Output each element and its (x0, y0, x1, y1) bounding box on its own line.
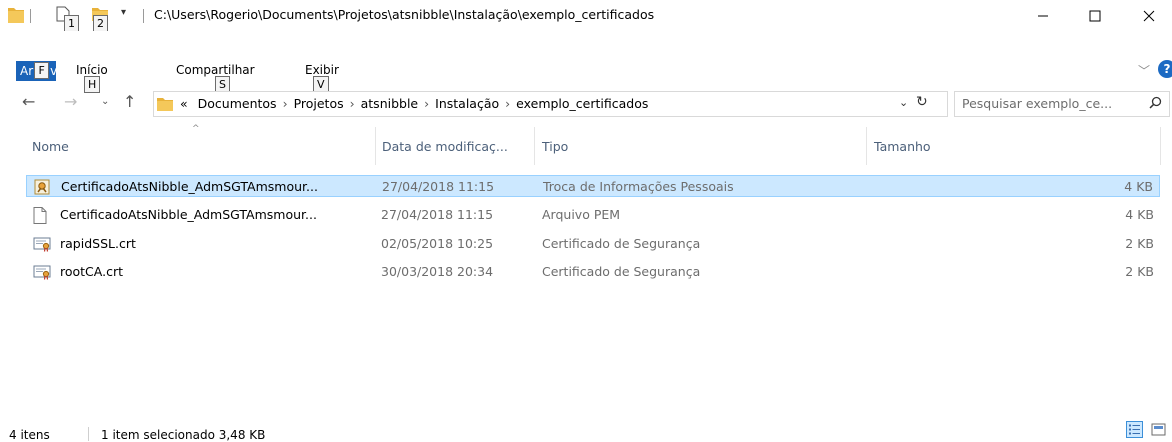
status-separator (88, 427, 89, 441)
breadcrumb-atsnibble[interactable]: atsnibble (361, 96, 419, 111)
file-row[interactable]: CertificadoAtsNibble_AdmSGTAmsmour... 27… (26, 175, 1160, 197)
file-type: Certificado de Segurança (542, 264, 701, 279)
file-name: rapidSSL.crt (60, 236, 136, 251)
back-arrow-icon[interactable]: ← (22, 92, 35, 111)
sort-ascending-icon: ^ (192, 124, 200, 134)
keytip-h: H (84, 76, 101, 93)
file-row[interactable]: rootCA.crt 30/03/2018 20:34 Certificado … (26, 261, 1160, 283)
quick-access-dropdown-icon[interactable]: ▾ (121, 7, 126, 18)
breadcrumb-projetos[interactable]: Projetos (294, 96, 344, 111)
maximize-icon (1089, 10, 1101, 21)
expand-ribbon-chevron-icon[interactable]: ﹀ (1138, 62, 1150, 79)
breadcrumb: « Documentos › Projetos › atsnibble › Instalaç… (180, 96, 648, 111)
breadcrumb-exemplo-certificados[interactable]: exemplo_certificados (516, 96, 648, 111)
blank-file-icon (33, 207, 47, 224)
title-separator (30, 9, 31, 23)
column-header-data[interactable]: Data de modificaç... (382, 139, 508, 154)
chevron-right-icon[interactable]: › (283, 96, 288, 111)
tab-compartilhar[interactable]: Compartilhar (176, 63, 255, 77)
file-row[interactable]: CertificadoAtsNibble_AdmSGTAmsmour... 27… (26, 204, 1160, 226)
breadcrumb-overflow[interactable]: « (180, 96, 188, 111)
file-type: Certificado de Segurança (542, 236, 701, 251)
details-view-icon[interactable] (1126, 421, 1143, 438)
keytip-1: 1 (64, 15, 79, 32)
file-date: 27/04/2018 11:15 (381, 207, 494, 222)
keytip-f: F (34, 62, 50, 79)
tab-arquivo-label: Ar Fvo (20, 62, 65, 79)
certificate-icon (33, 237, 51, 252)
column-divider[interactable] (534, 127, 535, 165)
window-title: C:\Users\Rogerio\Documents\Projetos\atsn… (154, 7, 655, 22)
maximize-button[interactable] (1072, 0, 1118, 31)
file-type: Arquivo PEM (542, 207, 621, 222)
search-icon[interactable] (1149, 96, 1162, 109)
file-name: CertificadoAtsNibble_AdmSGTAmsmour... (60, 207, 317, 222)
column-divider[interactable] (375, 127, 376, 165)
column-header-nome[interactable]: Nome (32, 139, 69, 154)
file-date: 27/04/2018 11:15 (382, 179, 495, 194)
minimize-button[interactable] (1020, 0, 1066, 31)
status-item-count: 4 itens (9, 428, 50, 442)
file-type: Troca de Informações Pessoais (543, 179, 734, 194)
recent-locations-chevron-icon[interactable]: ⌄ (101, 96, 109, 107)
pfx-certificate-icon (34, 179, 50, 195)
file-row[interactable]: rapidSSL.crt 02/05/2018 10:25 Certificad… (26, 233, 1160, 255)
file-date: 30/03/2018 20:34 (381, 264, 494, 279)
keytip-2: 2 (93, 15, 108, 32)
close-button[interactable] (1126, 0, 1172, 31)
file-date: 02/05/2018 10:25 (381, 236, 494, 251)
file-name: CertificadoAtsNibble_AdmSGTAmsmour... (61, 179, 318, 194)
chevron-right-icon[interactable]: › (350, 96, 355, 111)
refresh-icon[interactable]: ↻ (916, 94, 928, 110)
large-icons-view-icon[interactable] (1150, 421, 1167, 438)
certificate-icon (33, 265, 51, 280)
forward-arrow-icon[interactable]: → (64, 92, 77, 111)
column-divider[interactable] (1160, 127, 1161, 165)
help-icon[interactable]: ? (1158, 60, 1172, 78)
folder-icon (157, 98, 173, 111)
file-size: 2 KB (1125, 236, 1154, 251)
chevron-right-icon[interactable]: › (505, 96, 510, 111)
up-arrow-icon[interactable]: ↑ (123, 92, 136, 111)
column-header-tamanho[interactable]: Tamanho (874, 139, 931, 154)
tab-inicio[interactable]: Início (76, 63, 108, 77)
folder-icon (8, 8, 24, 23)
status-selection: 1 item selecionado 3,48 KB (101, 428, 266, 442)
file-size: 2 KB (1125, 264, 1154, 279)
column-header-tipo[interactable]: Tipo (542, 139, 568, 154)
breadcrumb-instalacao[interactable]: Instalação (435, 96, 499, 111)
title-separator (143, 9, 144, 23)
file-name: rootCA.crt (60, 264, 124, 279)
title-bar: 1 2 ▾ C:\Users\Rogerio\Documents\Projeto… (0, 0, 1172, 32)
close-icon (1143, 10, 1155, 21)
search-input[interactable]: Pesquisar exemplo_ce... (962, 96, 1142, 111)
column-divider[interactable] (866, 127, 867, 165)
chevron-right-icon[interactable]: › (424, 96, 429, 111)
file-size: 4 KB (1125, 207, 1154, 222)
breadcrumb-documentos[interactable]: Documentos (198, 96, 277, 111)
tab-exibir[interactable]: Exibir (305, 63, 339, 77)
minimize-icon (1038, 15, 1048, 16)
address-dropdown-icon[interactable]: ⌄ (899, 96, 908, 109)
file-size: 4 KB (1124, 179, 1153, 194)
